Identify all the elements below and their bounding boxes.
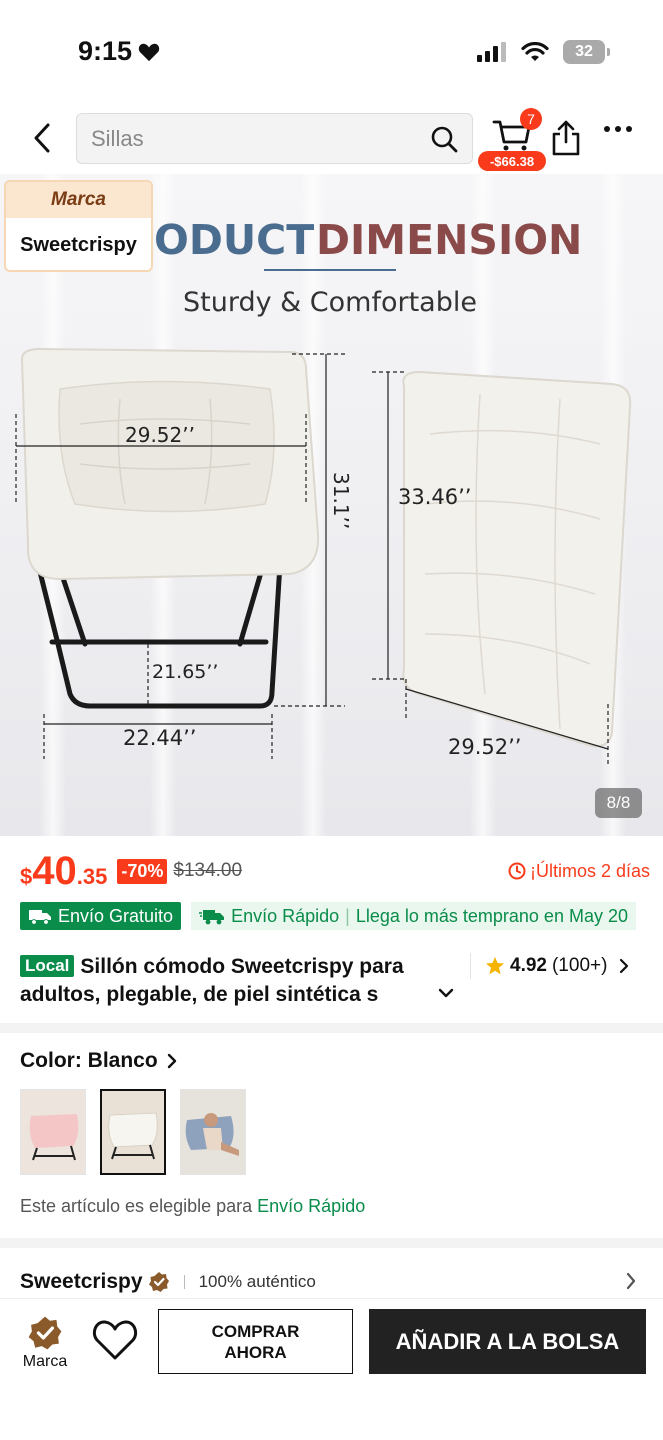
status-bar: 9:15 32 (0, 0, 663, 105)
current-price: $ 40 .35 (20, 849, 107, 894)
eligibility-note: Este artículo es elegible para Envío Ráp… (20, 1196, 365, 1217)
store-authentic-text: 100% auténtico (198, 1272, 316, 1291)
battery-level: 32 (575, 43, 593, 60)
search-input[interactable] (91, 125, 430, 152)
price-integer: 40 (32, 848, 77, 893)
product-image-gallery[interactable]: ODUCT DIMENSION Sturdy & Comfortable 29.… (0, 174, 663, 836)
dim-height: 31.1’’ (329, 472, 353, 529)
rating-summary[interactable]: 4.92 (100+) (470, 953, 630, 979)
status-icons: 32 (477, 40, 610, 64)
buy-now-button[interactable]: COMPRAR AHORA (158, 1309, 353, 1374)
time-text: 9:15 (78, 36, 133, 66)
swatch-pink-image (21, 1090, 85, 1174)
product-title-clip: Local Sillón cómodo Sweetcrispy para adul… (20, 953, 455, 1009)
color-label-text: Color: Blanco (20, 1049, 158, 1072)
color-swatch-blue[interactable] (180, 1089, 246, 1175)
brand-badge-icon (28, 1316, 62, 1350)
shipping-row: Envío Gratuito Envío Rápido | Llega lo m… (20, 902, 663, 931)
swatch-blue-image (181, 1090, 245, 1174)
bottom-action-bar: Marca COMPRAR AHORA AÑADIR A LA BOLSA (0, 1298, 663, 1440)
price-decimal: .35 (76, 863, 108, 889)
store-row[interactable]: Sweetcrispy 100% auténtico (20, 1264, 643, 1300)
status-time: 9:15 (78, 36, 160, 67)
share-button[interactable] (551, 120, 581, 161)
dim-cushion-width: 29.52’’ (448, 735, 521, 759)
wishlist-button[interactable] (92, 1319, 138, 1366)
product-dimension-image: ODUCT DIMENSION Sturdy & Comfortable 29.… (15, 216, 632, 764)
store-name: Sweetcrispy (20, 1270, 143, 1293)
battery-icon: 32 (563, 40, 610, 64)
arrival-text: Llega lo más temprano en May 20 (355, 905, 628, 926)
more-dot (626, 126, 632, 132)
discount-badge: -70% (117, 858, 168, 884)
dim-inner-width: 21.65’’ (152, 661, 218, 683)
more-dot (604, 126, 610, 132)
price-row: $ 40 .35 -70% $134.00 ¡Últimos 2 días (20, 846, 650, 896)
eligibility-text: Este artículo es elegible para (20, 1196, 258, 1216)
dim-width-top: 29.52’’ (125, 423, 195, 447)
swatch-white-image (102, 1091, 164, 1173)
color-swatch-white[interactable] (100, 1089, 166, 1175)
brand-button-label: Marca (22, 1353, 68, 1370)
color-selector-label[interactable]: Color: Blanco (20, 1049, 178, 1073)
original-price: $134.00 (173, 860, 243, 881)
fast-shipping-text: Envío Rápido (231, 905, 340, 926)
cart-count-badge: 7 (520, 108, 542, 130)
cart-button[interactable]: 7 -$66.38 (478, 108, 546, 172)
fast-shipping-badge: Envío Rápido | Llega lo más temprano en … (191, 902, 636, 930)
dim-base-width: 22.44’’ (123, 726, 196, 750)
section-divider (0, 1023, 663, 1033)
truck-icon (29, 910, 51, 925)
urgency-label: ¡Últimos 2 días (508, 861, 650, 882)
fast-truck-icon (199, 910, 225, 925)
star-icon (486, 957, 504, 975)
local-badge: Local (20, 955, 75, 977)
section-divider (0, 1238, 663, 1248)
color-swatches (20, 1089, 246, 1175)
product-title-text: Sillón cómodo Sweetcrispy para adultos, … (20, 955, 404, 1006)
image-subheading: Sturdy & Comfortable (183, 287, 477, 318)
image-heading-left: ODUCT (154, 216, 314, 264)
chevron-left-icon (34, 123, 50, 153)
product-title[interactable]: Local Sillón cómodo Sweetcrispy para adul… (20, 953, 455, 1009)
clock-icon (508, 862, 526, 880)
free-shipping-text: Envío Gratuito (58, 905, 174, 926)
brand-tag-label: Marca (6, 182, 151, 218)
dim-cushion-height: 33.46’’ (398, 485, 471, 509)
product-title-row: Local Sillón cómodo Sweetcrispy para adul… (20, 953, 650, 1011)
cart-discount-badge: -$66.38 (478, 151, 546, 171)
chevron-down-icon[interactable] (438, 987, 454, 999)
brand-button[interactable]: Marca (18, 1315, 72, 1371)
verified-badge-icon (148, 1272, 169, 1292)
urgency-text: ¡Últimos 2 días (529, 860, 650, 881)
price-currency: $ (20, 863, 33, 889)
search-bar[interactable] (76, 113, 473, 164)
rating-score: 4.92 (510, 955, 547, 976)
back-button[interactable] (24, 120, 60, 156)
free-shipping-badge: Envío Gratuito (20, 902, 182, 930)
heart-status-icon (138, 43, 160, 61)
eligibility-link[interactable]: Envío Rápido (257, 1196, 365, 1216)
review-count: (100+) (551, 955, 608, 976)
more-dot (615, 126, 621, 132)
more-options-button[interactable] (604, 126, 632, 132)
add-to-bag-button[interactable]: AÑADIR A LA BOLSA (369, 1309, 646, 1374)
share-icon (552, 120, 580, 156)
store-separator (183, 1275, 185, 1289)
chevron-right-icon (167, 1053, 176, 1069)
brand-tag-name: Sweetcrispy (20, 233, 137, 256)
image-heading-right: DIMENSION (316, 216, 582, 264)
image-counter: 8/8 (595, 788, 642, 818)
color-swatch-pink[interactable] (20, 1089, 86, 1175)
top-nav: 7 -$66.38 (0, 108, 663, 172)
wifi-icon (521, 42, 549, 61)
search-icon[interactable] (430, 125, 458, 153)
chevron-right-icon (620, 958, 629, 974)
chevron-right-icon (626, 1272, 636, 1290)
heart-icon (92, 1320, 138, 1360)
signal-icon (477, 42, 506, 62)
brand-tag[interactable]: Marca Sweetcrispy (4, 180, 153, 272)
shipping-separator: | (345, 905, 350, 926)
